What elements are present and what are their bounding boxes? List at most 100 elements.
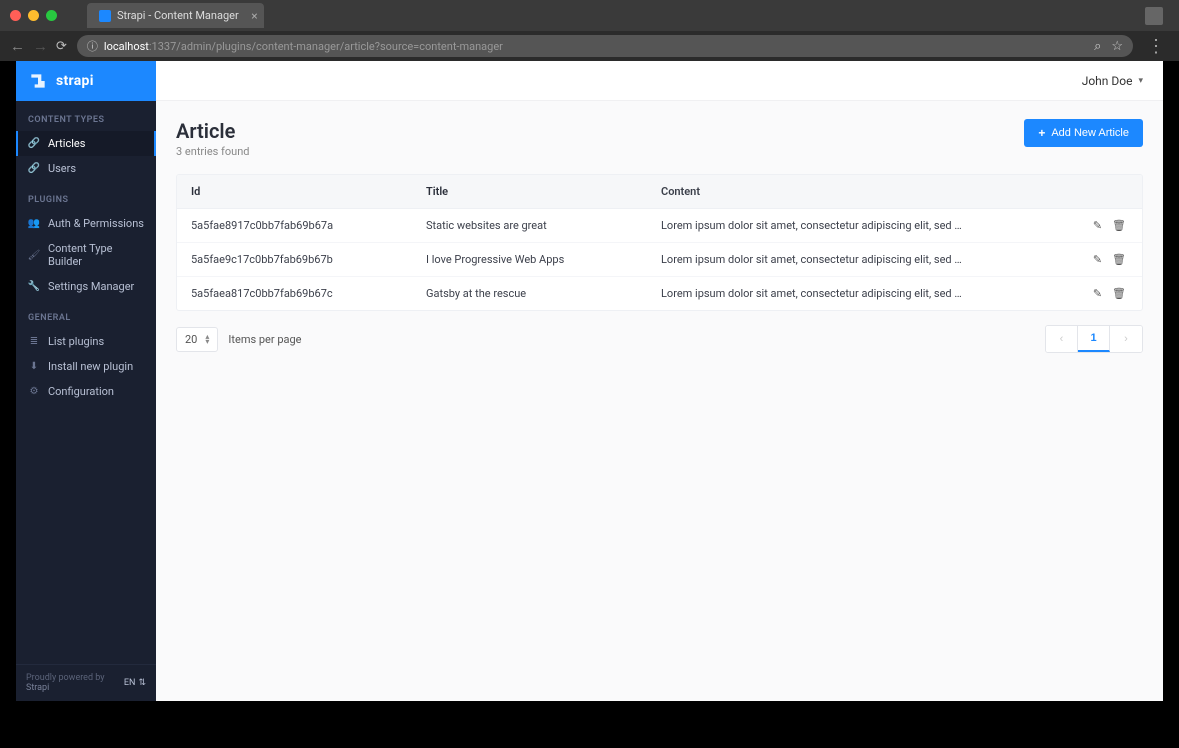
cell-content: Lorem ipsum dolor sit amet, consectetur … xyxy=(647,277,1082,310)
key-icon[interactable]: ⌕ xyxy=(1094,39,1101,54)
sidebar-item-label: Install new plugin xyxy=(48,360,133,373)
cell-content: Lorem ipsum dolor sit amet, consectetur … xyxy=(647,209,1082,242)
sidebar-item-configuration[interactable]: ⚙ Configuration xyxy=(16,379,156,404)
sidebar-item-label: Configuration xyxy=(48,385,114,398)
list-icon: ≣ xyxy=(28,336,40,348)
link-icon: 🔗 xyxy=(28,138,40,150)
sidebar-item-label: Content Type Builder xyxy=(48,242,144,268)
window-minimize-button[interactable] xyxy=(28,10,39,21)
window-close-button[interactable] xyxy=(10,10,21,21)
table-footer: 20 ▴▾ Items per page ‹ 1 › xyxy=(176,325,1143,353)
sidebar-footer: Proudly powered by Strapi EN ⇅ xyxy=(16,664,156,701)
browser-titlebar: Strapi - Content Manager × xyxy=(0,0,1179,31)
browser-chrome: Strapi - Content Manager × ← → ⟳ ⓘ local… xyxy=(0,0,1179,61)
nav-back-button[interactable]: ← xyxy=(10,37,25,55)
articles-table: Id Title Content 5a5fae8917c0bb7fab69b67… xyxy=(176,174,1143,311)
page-subtitle: 3 entries found xyxy=(176,145,250,158)
sidebar-item-settings-manager[interactable]: 🔧 Settings Manager xyxy=(16,274,156,299)
edit-icon[interactable]: ✎ xyxy=(1093,253,1102,266)
tab-close-icon[interactable]: × xyxy=(251,9,257,23)
delete-icon[interactable]: 🗑 xyxy=(1112,253,1126,266)
sidebar-section-content-types: Content Types xyxy=(16,101,156,131)
cell-title: Gatsby at the rescue xyxy=(412,277,647,310)
tab-favicon xyxy=(99,10,111,22)
download-icon: ⬇ xyxy=(28,361,40,373)
logo-bar[interactable]: strapi xyxy=(16,61,156,101)
pagination-next-button[interactable]: › xyxy=(1110,326,1142,352)
topbar: John Doe ▾ xyxy=(156,61,1163,101)
pagination: ‹ 1 › xyxy=(1045,325,1143,353)
add-new-article-button[interactable]: + Add New Article xyxy=(1024,119,1143,147)
address-bar[interactable]: ⓘ localhost:1337/admin/plugins/content-m… xyxy=(77,35,1133,57)
page-title: Article xyxy=(176,119,250,143)
delete-icon[interactable]: 🗑 xyxy=(1112,219,1126,232)
url-text: localhost:1337/admin/plugins/content-man… xyxy=(104,40,1088,53)
column-header-id[interactable]: Id xyxy=(177,175,412,208)
table-row[interactable]: 5a5fae8917c0bb7fab69b67a Static websites… xyxy=(177,209,1142,243)
sidebar-item-install-plugin[interactable]: ⬇ Install new plugin xyxy=(16,354,156,379)
edit-icon[interactable]: ✎ xyxy=(1093,219,1102,232)
per-page-value: 20 xyxy=(185,333,197,346)
tab-title: Strapi - Content Manager xyxy=(117,9,239,22)
pagination-prev-button[interactable]: ‹ xyxy=(1046,326,1078,352)
sidebar-item-articles[interactable]: 🔗 Articles xyxy=(16,131,156,156)
sidebar-item-label: Articles xyxy=(48,137,85,150)
powered-by-link[interactable]: Strapi xyxy=(26,683,49,693)
strapi-logo-icon xyxy=(28,71,48,91)
logo-text: strapi xyxy=(56,73,94,89)
cell-id: 5a5faea817c0bb7fab69b67c xyxy=(177,277,412,310)
language-selector[interactable]: EN ⇅ xyxy=(124,678,146,688)
nav-reload-button[interactable]: ⟳ xyxy=(56,39,67,54)
sidebar-item-content-type-builder[interactable]: 🖌 Content Type Builder xyxy=(16,236,156,274)
browser-tab[interactable]: Strapi - Content Manager × xyxy=(87,3,264,28)
column-header-title[interactable]: Title xyxy=(412,175,647,208)
chevron-left-icon: ‹ xyxy=(1060,333,1064,345)
sidebar-item-label: List plugins xyxy=(48,335,104,348)
pagination-page-1[interactable]: 1 xyxy=(1078,326,1110,352)
sidebar-item-list-plugins[interactable]: ≣ List plugins xyxy=(16,329,156,354)
window-maximize-button[interactable] xyxy=(46,10,57,21)
nav-forward-button[interactable]: → xyxy=(33,37,48,55)
cell-id: 5a5fae8917c0bb7fab69b67a xyxy=(177,209,412,242)
bookmark-star-icon[interactable]: ☆ xyxy=(1111,39,1123,54)
sidebar-item-label: Auth & Permissions xyxy=(48,217,144,230)
table-row[interactable]: 5a5fae9c17c0bb7fab69b67b I love Progress… xyxy=(177,243,1142,277)
select-caret-icon: ▴▾ xyxy=(205,334,209,344)
main-area: John Doe ▾ Article 3 entries found + Add… xyxy=(156,61,1163,701)
user-name: John Doe xyxy=(1082,74,1133,88)
caret-down-icon: ▾ xyxy=(1138,76,1143,86)
browser-toolbar: ← → ⟳ ⓘ localhost:1337/admin/plugins/con… xyxy=(0,31,1179,61)
per-page-label: Items per page xyxy=(228,333,301,346)
sidebar-item-auth-permissions[interactable]: 👥 Auth & Permissions xyxy=(16,211,156,236)
powered-by-text: Proudly powered by xyxy=(26,673,105,683)
sort-icon: ⇅ xyxy=(138,678,146,688)
browser-profile-icon[interactable] xyxy=(1145,7,1163,25)
chevron-right-icon: › xyxy=(1124,333,1128,345)
browser-menu-icon[interactable]: ⋮ xyxy=(1143,36,1169,57)
sidebar-section-plugins: Plugins xyxy=(16,181,156,211)
cell-content: Lorem ipsum dolor sit amet, consectetur … xyxy=(647,243,1082,276)
table-row[interactable]: 5a5faea817c0bb7fab69b67c Gatsby at the r… xyxy=(177,277,1142,310)
plus-icon: + xyxy=(1038,126,1045,140)
sidebar-item-users[interactable]: 🔗 Users xyxy=(16,156,156,181)
user-menu[interactable]: John Doe ▾ xyxy=(1082,74,1143,88)
link-icon: 🔗 xyxy=(28,163,40,175)
sidebar: strapi Content Types 🔗 Articles 🔗 Users … xyxy=(16,61,156,701)
brush-icon: 🖌 xyxy=(28,249,40,261)
cell-title: I love Progressive Web Apps xyxy=(412,243,647,276)
page-header: Article 3 entries found + Add New Articl… xyxy=(176,119,1143,158)
sidebar-item-label: Settings Manager xyxy=(48,280,134,293)
sidebar-item-label: Users xyxy=(48,162,76,175)
window-controls xyxy=(10,10,57,21)
edit-icon[interactable]: ✎ xyxy=(1093,287,1102,300)
cell-id: 5a5fae9c17c0bb7fab69b67b xyxy=(177,243,412,276)
delete-icon[interactable]: 🗑 xyxy=(1112,287,1126,300)
wrench-icon: 🔧 xyxy=(28,281,40,293)
sidebar-section-general: General xyxy=(16,299,156,329)
items-per-page-select[interactable]: 20 ▴▾ xyxy=(176,327,218,352)
users-icon: 👥 xyxy=(28,218,40,230)
table-header: Id Title Content xyxy=(177,175,1142,209)
gear-icon: ⚙ xyxy=(28,386,40,398)
site-info-icon[interactable]: ⓘ xyxy=(87,38,98,54)
column-header-content[interactable]: Content xyxy=(647,175,1082,208)
